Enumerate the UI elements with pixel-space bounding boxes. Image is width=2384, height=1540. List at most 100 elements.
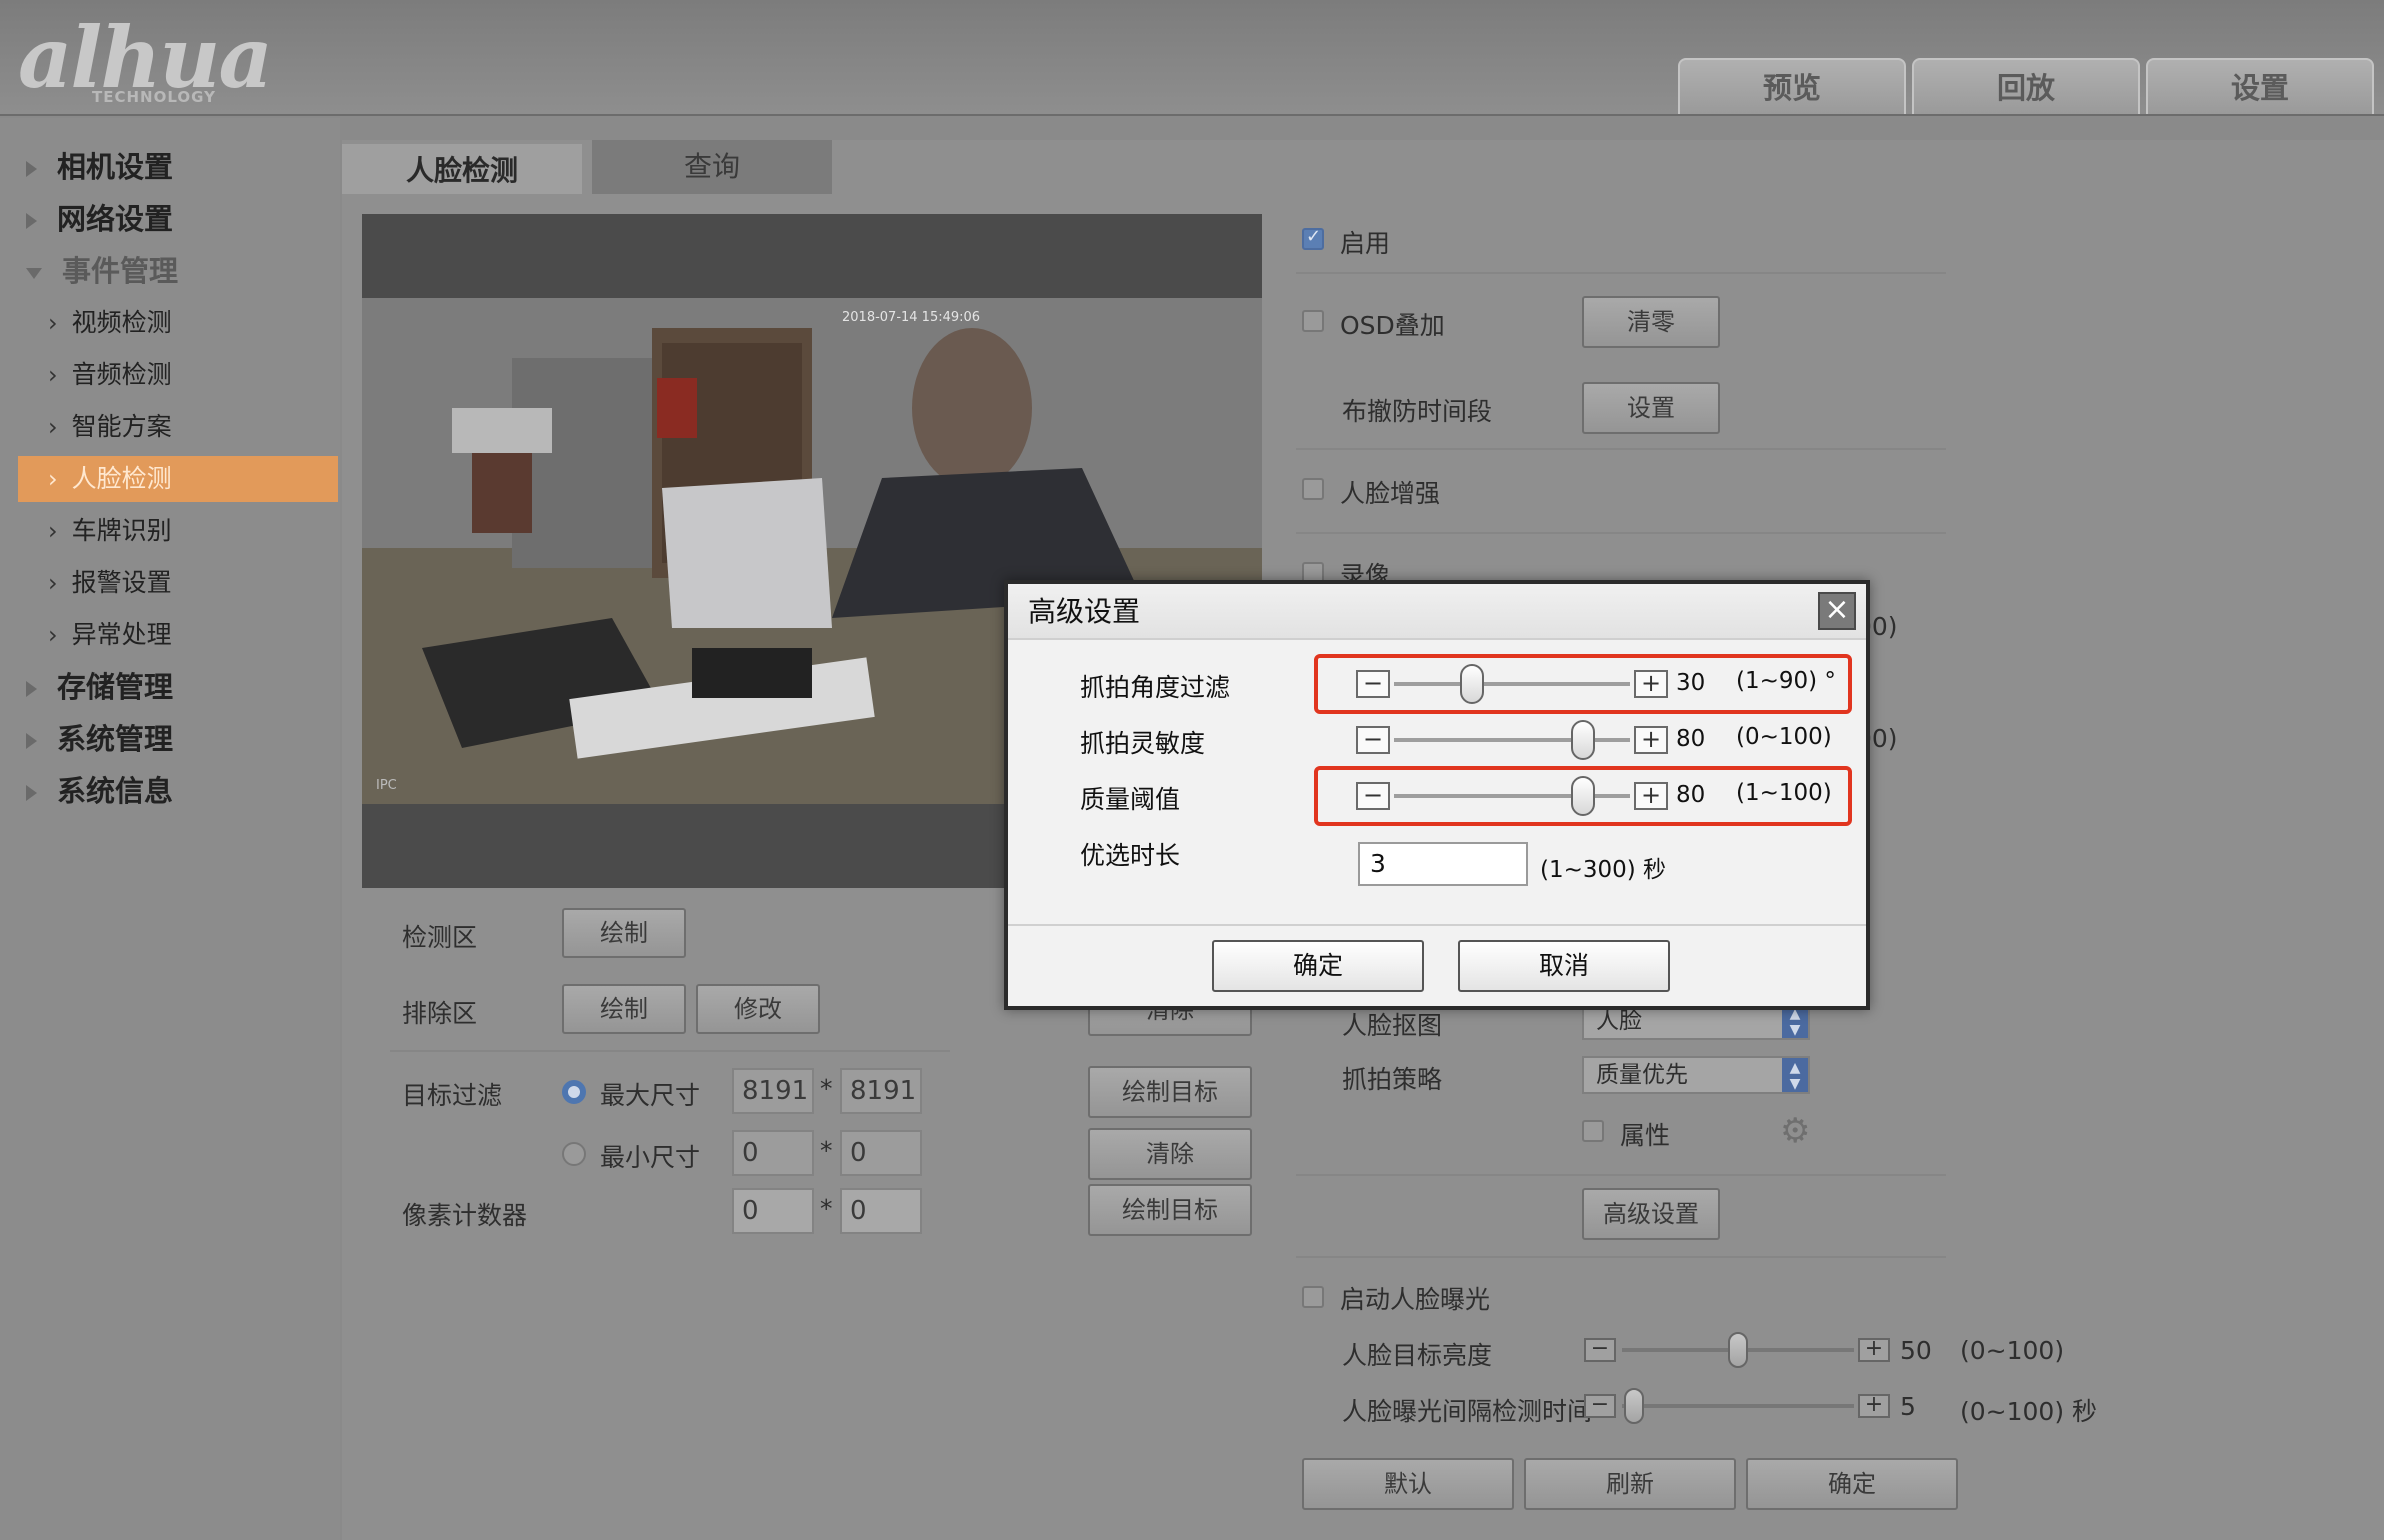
face-exposure-label: 启动人脸曝光 <box>1340 1285 1491 1314</box>
exclude-area-label: 排除区 <box>402 999 478 1028</box>
capture-angle-plus-button[interactable]: + <box>1634 670 1668 698</box>
collapse-triangle-icon <box>26 267 42 279</box>
face-crop-label: 人脸抠图 <box>1342 1011 1443 1040</box>
sidebar-item-video-detect[interactable]: › 视频检测 <box>18 300 338 346</box>
divider <box>1296 1174 1946 1176</box>
min-size-label: 最小尺寸 <box>600 1143 701 1172</box>
sidebar-item-face-detect[interactable]: › 人脸检测 <box>18 456 338 502</box>
strategy-select[interactable]: 质量优先 ▲ ▼ <box>1582 1056 1810 1094</box>
draw-target-button-2[interactable]: 绘制目标 <box>1088 1184 1252 1236</box>
sidebar: 相机设置 网络设置 事件管理 › 视频检测 › 音频检测 › 智能方案 › 人脸检测 ›… <box>0 118 340 1540</box>
attribute-checkbox[interactable] <box>1582 1120 1604 1142</box>
expand-triangle-icon <box>26 161 37 177</box>
quality-threshold-slider-thumb[interactable] <box>1570 776 1595 816</box>
min-size-radio[interactable] <box>562 1142 586 1166</box>
divider <box>390 1050 950 1052</box>
max-width-input[interactable]: 8191 <box>732 1068 814 1114</box>
capture-sensitivity-plus-button[interactable]: + <box>1634 726 1668 754</box>
face-enhance-checkbox[interactable] <box>1302 478 1324 500</box>
sidebar-item-audio-detect[interactable]: › 音频检测 <box>18 352 338 398</box>
draw-exclude-area-button[interactable]: 绘制 <box>562 984 686 1034</box>
expand-triangle-icon <box>26 733 37 749</box>
quality-threshold-plus-button[interactable]: + <box>1634 782 1668 810</box>
brightness-range: (0~100) <box>1960 1336 2065 1365</box>
tab-preview[interactable]: 预览 <box>1678 58 1906 114</box>
quality-threshold-range: (1~100) <box>1736 780 1832 806</box>
chevron-right-icon: › <box>48 309 58 337</box>
refresh-button[interactable]: 刷新 <box>1524 1458 1736 1510</box>
dialog-titlebar[interactable]: 高级设置 × <box>1008 584 1866 640</box>
sidebar-item-smart-plan[interactable]: › 智能方案 <box>18 404 338 450</box>
interval-slider-thumb[interactable] <box>1623 1388 1644 1424</box>
draw-target-button[interactable]: 绘制目标 <box>1088 1066 1252 1118</box>
interval-minus-button[interactable]: − <box>1584 1394 1616 1418</box>
sidebar-item-sysinfo[interactable]: 系统信息 <box>26 768 173 814</box>
times-sign: * <box>820 1194 833 1223</box>
sidebar-item-plate[interactable]: › 车牌识别 <box>18 508 338 554</box>
interval-slider-track[interactable] <box>1622 1404 1854 1408</box>
capture-angle-slider-track[interactable] <box>1394 682 1630 686</box>
interval-value: 5 <box>1900 1392 1916 1421</box>
dialog-ok-button[interactable]: 确定 <box>1212 940 1424 992</box>
reset-button[interactable]: 清零 <box>1582 296 1720 348</box>
capture-angle-range: (1~90) ° <box>1736 668 1836 694</box>
sidebar-item-label: 相机设置 <box>57 150 174 184</box>
capture-sensitivity-minus-button[interactable]: − <box>1356 726 1390 754</box>
interval-plus-button[interactable]: + <box>1858 1394 1890 1418</box>
default-button[interactable]: 默认 <box>1302 1458 1514 1510</box>
brightness-minus-button[interactable]: − <box>1584 1338 1616 1362</box>
times-sign: * <box>820 1136 833 1165</box>
pixel-height-input[interactable]: 0 <box>840 1188 922 1234</box>
sidebar-item-event[interactable]: 事件管理 <box>26 248 178 294</box>
sidebar-item-camera[interactable]: 相机设置 <box>26 144 173 190</box>
min-width-input[interactable]: 0 <box>732 1130 814 1176</box>
chevron-right-icon: › <box>48 465 58 493</box>
confirm-button[interactable]: 确定 <box>1746 1458 1958 1510</box>
times-sign: * <box>820 1074 833 1103</box>
chevron-right-icon: › <box>48 361 58 389</box>
gear-icon[interactable]: ⚙ <box>1780 1114 1814 1148</box>
osd-label: OSD叠加 <box>1340 311 1445 340</box>
interval-range: (0~100) 秒 <box>1960 1397 2098 1426</box>
sidebar-item-label: 智能方案 <box>71 412 172 441</box>
sidebar-item-system[interactable]: 系统管理 <box>26 716 173 762</box>
target-filter-label: 目标过滤 <box>402 1081 503 1110</box>
clear-target-button[interactable]: 清除 <box>1088 1128 1252 1180</box>
brightness-slider-thumb[interactable] <box>1728 1332 1748 1368</box>
modify-exclude-area-button[interactable]: 修改 <box>696 984 820 1034</box>
sidebar-item-label: 事件管理 <box>62 254 179 288</box>
sidebar-item-exception[interactable]: › 异常处理 <box>18 612 338 658</box>
face-exposure-checkbox[interactable] <box>1302 1286 1324 1308</box>
capture-angle-minus-button[interactable]: − <box>1356 670 1390 698</box>
min-height-input[interactable]: 0 <box>840 1130 922 1176</box>
quality-threshold-minus-button[interactable]: − <box>1356 782 1390 810</box>
tab-face-detect[interactable]: 人脸检测 <box>342 140 582 194</box>
sidebar-item-label: 报警设置 <box>71 568 172 597</box>
dialog-cancel-button[interactable]: 取消 <box>1458 940 1670 992</box>
advanced-settings-button[interactable]: 高级设置 <box>1582 1188 1720 1240</box>
sidebar-item-network[interactable]: 网络设置 <box>26 196 173 242</box>
sidebar-item-storage[interactable]: 存储管理 <box>26 664 173 710</box>
brightness-plus-button[interactable]: + <box>1858 1338 1890 1362</box>
pixel-width-input[interactable]: 0 <box>732 1188 814 1234</box>
close-icon[interactable]: × <box>1818 592 1856 630</box>
osd-checkbox[interactable] <box>1302 310 1324 332</box>
draw-detect-area-button[interactable]: 绘制 <box>562 908 686 958</box>
tab-settings[interactable]: 设置 <box>2146 58 2374 114</box>
tab-query[interactable]: 查询 <box>592 140 832 194</box>
capture-sensitivity-slider-thumb[interactable] <box>1570 720 1595 760</box>
logo-subtext: TECHNOLOGY <box>92 88 216 106</box>
sidebar-item-alarm[interactable]: › 报警设置 <box>18 560 338 606</box>
expand-triangle-icon <box>26 681 37 697</box>
video-corner-label: IPC <box>376 778 397 793</box>
capture-angle-slider-thumb[interactable] <box>1459 664 1484 704</box>
max-size-radio[interactable] <box>562 1080 586 1104</box>
sidebar-item-label: 网络设置 <box>57 202 174 236</box>
enable-checkbox[interactable]: ✓ <box>1302 226 1324 250</box>
max-height-input[interactable]: 8191 <box>840 1068 922 1114</box>
tab-playback[interactable]: 回放 <box>1912 58 2140 114</box>
divider <box>1296 448 1946 450</box>
preferred-duration-input[interactable]: 3 <box>1358 842 1528 886</box>
chevron-right-icon: › <box>48 621 58 649</box>
schedule-set-button[interactable]: 设置 <box>1582 382 1720 434</box>
